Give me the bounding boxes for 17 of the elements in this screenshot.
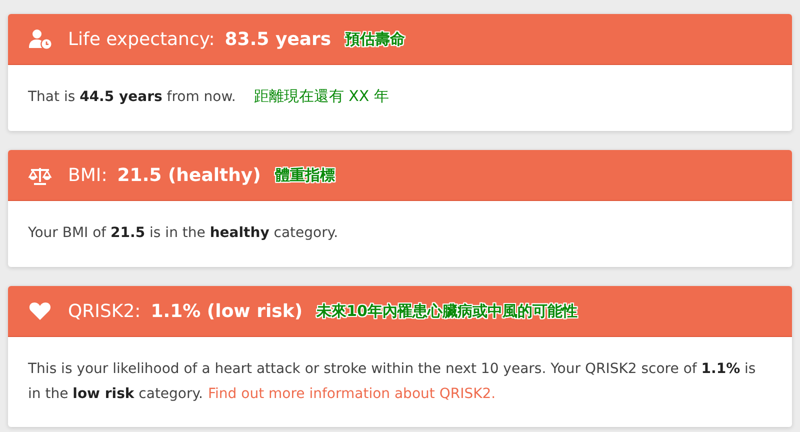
metric-value: 83.5 years xyxy=(224,28,332,50)
annotation-text: 預估壽命 xyxy=(345,30,406,48)
annotation-text: 未來10年內罹患心臟病或中風的可能性 xyxy=(316,302,578,320)
result-description: This is your likelihood of a heart attack or stroke within the next 10 years. Your QRISK2 score of 1.1% is in the low risk category. Find out more information about QRISK2. xyxy=(28,360,757,404)
metric-label: QRISK2: xyxy=(68,300,141,322)
scale-icon xyxy=(28,165,52,185)
person-clock-icon xyxy=(28,29,52,49)
info-link[interactable]: Find out more information about QRISK2. xyxy=(208,386,496,402)
heart-icon xyxy=(28,301,52,321)
metric-label: Life expectancy: xyxy=(68,28,215,50)
result-description: Your BMI of 21.5 is in the healthy category. xyxy=(28,224,338,243)
annotation-text: 體重指標 xyxy=(274,166,335,184)
metric-value: 21.5 (healthy) xyxy=(117,164,261,186)
result-description: That is 44.5 years from now. xyxy=(28,88,236,107)
metric-label: BMI: xyxy=(68,164,108,186)
annotation-text: 距離現在還有 XX 年 xyxy=(254,87,389,106)
metric-value: 1.1% (low risk) xyxy=(150,300,303,322)
